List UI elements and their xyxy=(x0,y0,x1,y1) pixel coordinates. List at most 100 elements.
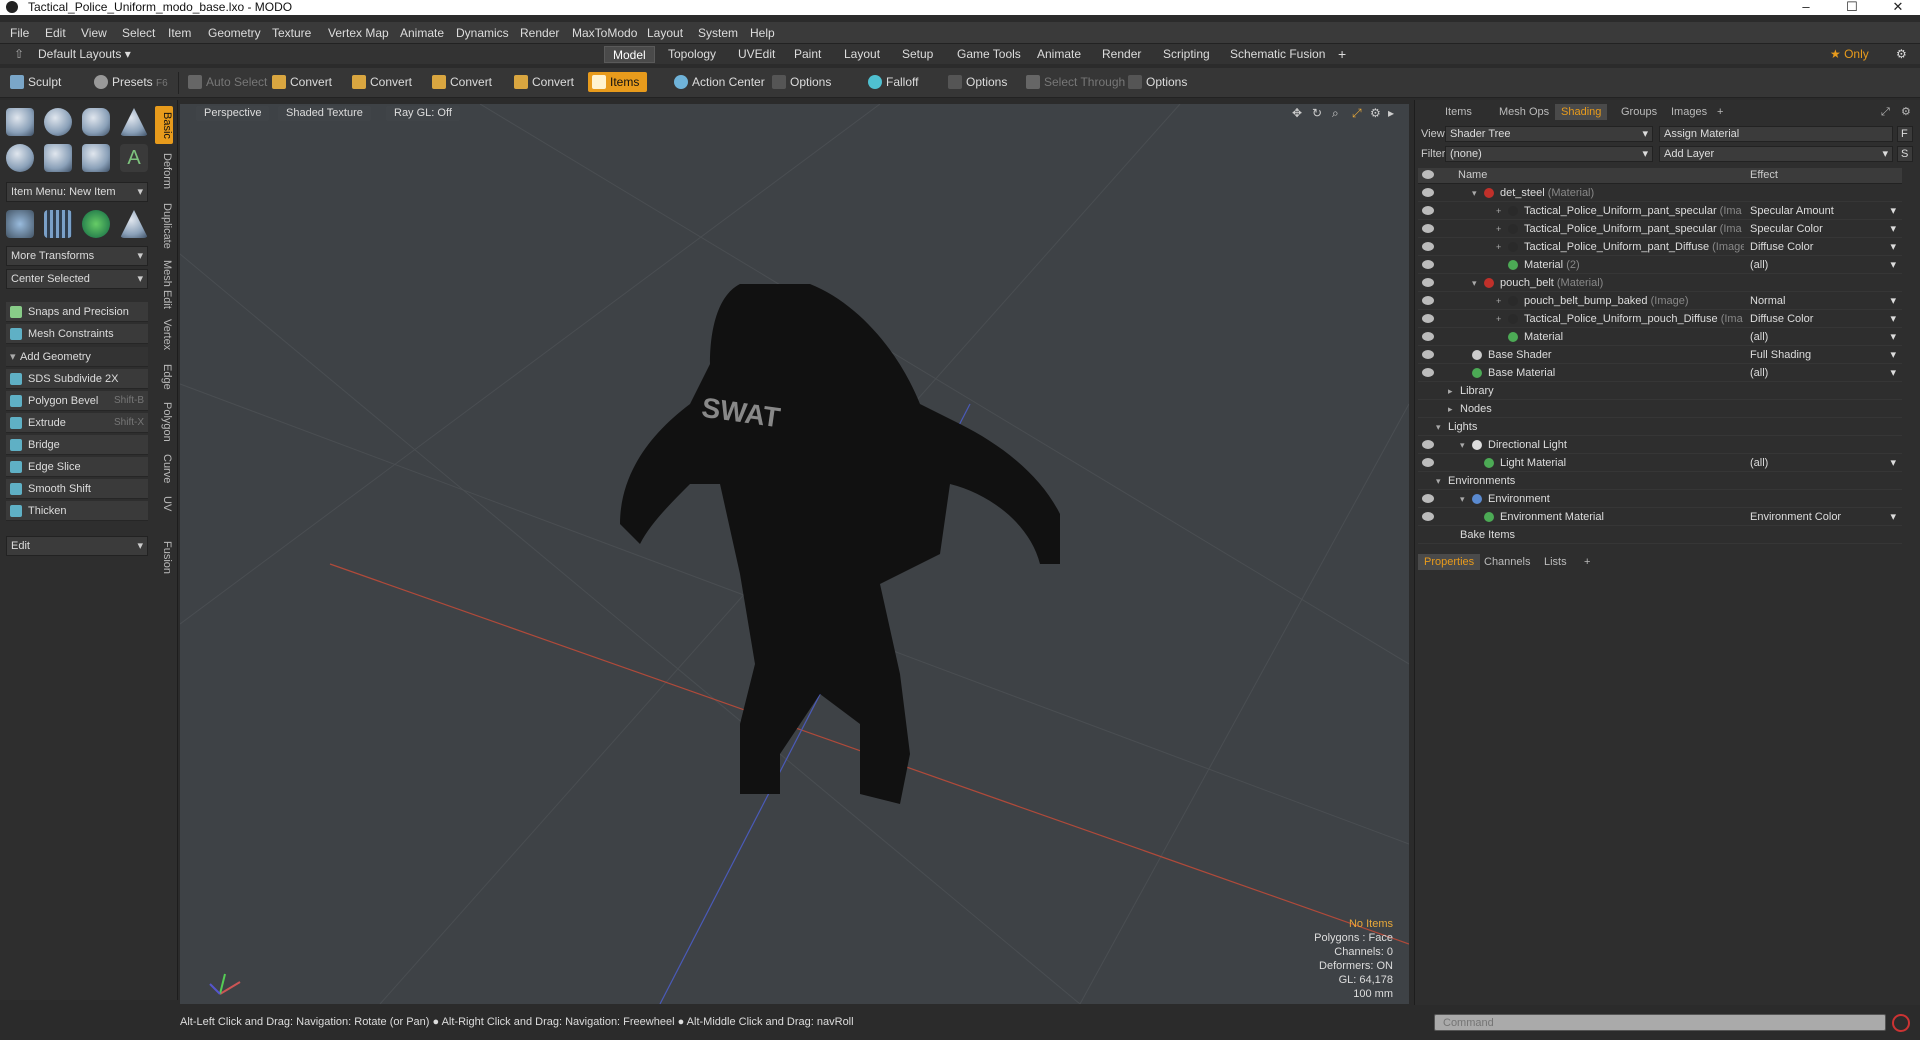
vtab-polygon[interactable]: Polygon xyxy=(155,398,173,446)
viewport-menu-icon[interactable]: ▸ xyxy=(1388,106,1394,120)
effect-dropdown[interactable]: Specular Amount ▾ xyxy=(1750,202,1900,220)
effect-dropdown[interactable]: Diffuse Color ▾ xyxy=(1750,310,1900,328)
viewport-settings-icon[interactable]: ⚙ xyxy=(1370,106,1381,120)
shader-tree-row[interactable]: + Tactical_Police_Uniform_pouch_Diffuse (… xyxy=(1418,310,1902,328)
eye-icon[interactable] xyxy=(1422,332,1434,341)
effect-dropdown[interactable]: Normal ▾ xyxy=(1750,292,1900,310)
pyramid-icon[interactable] xyxy=(120,210,148,238)
eye-icon[interactable] xyxy=(1422,278,1434,287)
text-icon[interactable]: A xyxy=(120,144,148,172)
expand-icon[interactable]: + xyxy=(1496,310,1501,328)
eye-icon[interactable] xyxy=(1422,458,1434,467)
polygon-bevel-button[interactable]: Polygon Bevel Shift-B xyxy=(6,391,148,411)
eye-icon[interactable] xyxy=(1422,242,1434,251)
move-view-icon[interactable]: ✥ xyxy=(1292,106,1302,120)
vtab-edge[interactable]: Edge xyxy=(155,360,173,394)
vtab-uv[interactable]: UV xyxy=(155,492,173,516)
shader-tree-row[interactable]: ▾ Lights xyxy=(1418,418,1902,436)
tab-render[interactable]: Render xyxy=(1094,46,1149,63)
tab-schematic-fusion[interactable]: Schematic Fusion xyxy=(1222,46,1333,63)
items-mode-button[interactable]: Items xyxy=(588,72,648,92)
assign-material-field[interactable]: Assign Material xyxy=(1659,126,1893,142)
eye-icon[interactable] xyxy=(1422,314,1434,323)
expand-icon[interactable]: ▾ xyxy=(1472,274,1477,292)
record-icon[interactable] xyxy=(1892,1014,1910,1032)
convert-button-2[interactable]: Convert xyxy=(348,72,412,92)
perspective-dropdown[interactable]: Perspective xyxy=(196,106,270,121)
tab-images[interactable]: Images xyxy=(1665,104,1713,120)
vtab-duplicate[interactable]: Duplicate xyxy=(155,198,173,254)
convert-button-1[interactable]: Convert xyxy=(268,72,332,92)
globe-icon[interactable] xyxy=(82,210,110,238)
menu-edit[interactable]: Edit xyxy=(45,26,66,40)
expand-icon[interactable]: + xyxy=(1496,292,1501,310)
grid-icon[interactable] xyxy=(44,210,72,238)
eye-icon[interactable] xyxy=(1422,224,1434,233)
shader-tree-row[interactable]: Light Material (all) ▾ xyxy=(1418,454,1902,472)
expand-icon[interactable]: ▾ xyxy=(1460,436,1465,454)
sphere-icon[interactable] xyxy=(44,108,72,136)
eye-icon[interactable] xyxy=(1422,350,1434,359)
expand-icon[interactable]: ▾ xyxy=(1460,490,1465,508)
auto-select-button[interactable]: Auto Select xyxy=(184,72,267,92)
transform-icon[interactable] xyxy=(6,210,34,238)
more-transforms-dropdown[interactable]: More Transforms ▾ xyxy=(6,246,148,266)
eye-icon[interactable] xyxy=(1422,206,1434,215)
expand-icon[interactable]: + xyxy=(1496,202,1501,220)
add-panel-tab-button[interactable]: + xyxy=(1711,104,1729,120)
shading-dropdown[interactable]: Shaded Texture xyxy=(278,106,371,121)
menu-dynamics[interactable]: Dynamics xyxy=(456,26,509,40)
tab-topology[interactable]: Topology xyxy=(660,46,724,63)
expand-icon[interactable]: + xyxy=(1496,238,1501,256)
only-toggle[interactable]: ★ Only xyxy=(1822,46,1877,63)
thicken-button[interactable]: Thicken xyxy=(6,501,148,521)
tab-setup[interactable]: Setup xyxy=(894,46,941,63)
tab-layout[interactable]: Layout xyxy=(836,46,888,63)
zoom-icon[interactable]: ⌕ xyxy=(1332,106,1339,121)
edge-slice-button[interactable]: Edge Slice xyxy=(6,457,148,477)
shader-tree-row[interactable]: ▾ Environment xyxy=(1418,490,1902,508)
shader-tree-row[interactable]: Base Shader Full Shading ▾ xyxy=(1418,346,1902,364)
edit-dropdown[interactable]: Edit ▾ xyxy=(6,536,148,556)
cube-icon[interactable] xyxy=(6,108,34,136)
shader-tree-row[interactable]: + Tactical_Police_Uniform_pant_Diffuse (I… xyxy=(1418,238,1902,256)
effect-dropdown[interactable]: (all) ▾ xyxy=(1750,364,1900,382)
shader-tree-row[interactable]: Bake Items xyxy=(1418,526,1902,544)
vtab-vertex[interactable]: Vertex xyxy=(155,314,173,356)
tab-scripting[interactable]: Scripting xyxy=(1155,46,1218,63)
menu-vertex-map[interactable]: Vertex Map xyxy=(328,26,389,40)
expand-icon[interactable]: ▾ xyxy=(1472,184,1477,202)
tab-model[interactable]: Model xyxy=(604,46,655,63)
effect-dropdown[interactable]: Specular Color ▾ xyxy=(1750,220,1900,238)
bridge-button[interactable]: Bridge xyxy=(6,435,148,455)
raygl-dropdown[interactable]: Ray GL: Off xyxy=(386,106,460,121)
effect-dropdown[interactable]: (all) ▾ xyxy=(1750,256,1900,274)
command-input[interactable] xyxy=(1434,1014,1886,1031)
menu-item[interactable]: Item xyxy=(168,26,191,40)
panel-settings-icon[interactable]: ⚙ xyxy=(1895,104,1917,120)
select-through-button[interactable]: Select Through xyxy=(1022,72,1125,92)
vtab-deform[interactable]: Deform xyxy=(155,148,173,194)
effect-column-header[interactable]: Effect xyxy=(1750,169,1778,181)
shader-tree-row[interactable]: ▾ det_steel (Material) xyxy=(1418,184,1902,202)
eye-icon[interactable] xyxy=(1422,188,1434,197)
effect-dropdown[interactable]: Environment Color ▾ xyxy=(1750,508,1900,526)
effect-dropdown[interactable]: Full Shading ▾ xyxy=(1750,346,1900,364)
cylinder-icon[interactable] xyxy=(82,108,110,136)
shader-tree-row[interactable]: ▾ pouch_belt (Material) xyxy=(1418,274,1902,292)
shader-tree-row[interactable]: ▾ Directional Light xyxy=(1418,436,1902,454)
shader-tree-row[interactable]: ▸ Nodes xyxy=(1418,400,1902,418)
expand-icon[interactable]: ▸ xyxy=(1448,400,1453,418)
tab-animate[interactable]: Animate xyxy=(1029,46,1089,63)
shader-tree-row[interactable]: + Tactical_Police_Uniform_pant_specular (… xyxy=(1418,202,1902,220)
convert-button-3[interactable]: Convert xyxy=(428,72,492,92)
eye-icon[interactable] xyxy=(1422,512,1434,521)
action-center-button[interactable]: Action Center xyxy=(670,72,765,92)
menu-file[interactable]: File xyxy=(10,26,29,40)
eye-icon[interactable] xyxy=(1422,296,1434,305)
snaps-precision-button[interactable]: Snaps and Precision xyxy=(6,302,148,322)
falloff-button[interactable]: Falloff xyxy=(864,72,918,92)
smooth-shift-button[interactable]: Smooth Shift xyxy=(6,479,148,499)
default-layouts-dropdown[interactable]: Default Layouts ▾ xyxy=(30,46,139,63)
options-button-1[interactable]: Options xyxy=(768,72,831,92)
